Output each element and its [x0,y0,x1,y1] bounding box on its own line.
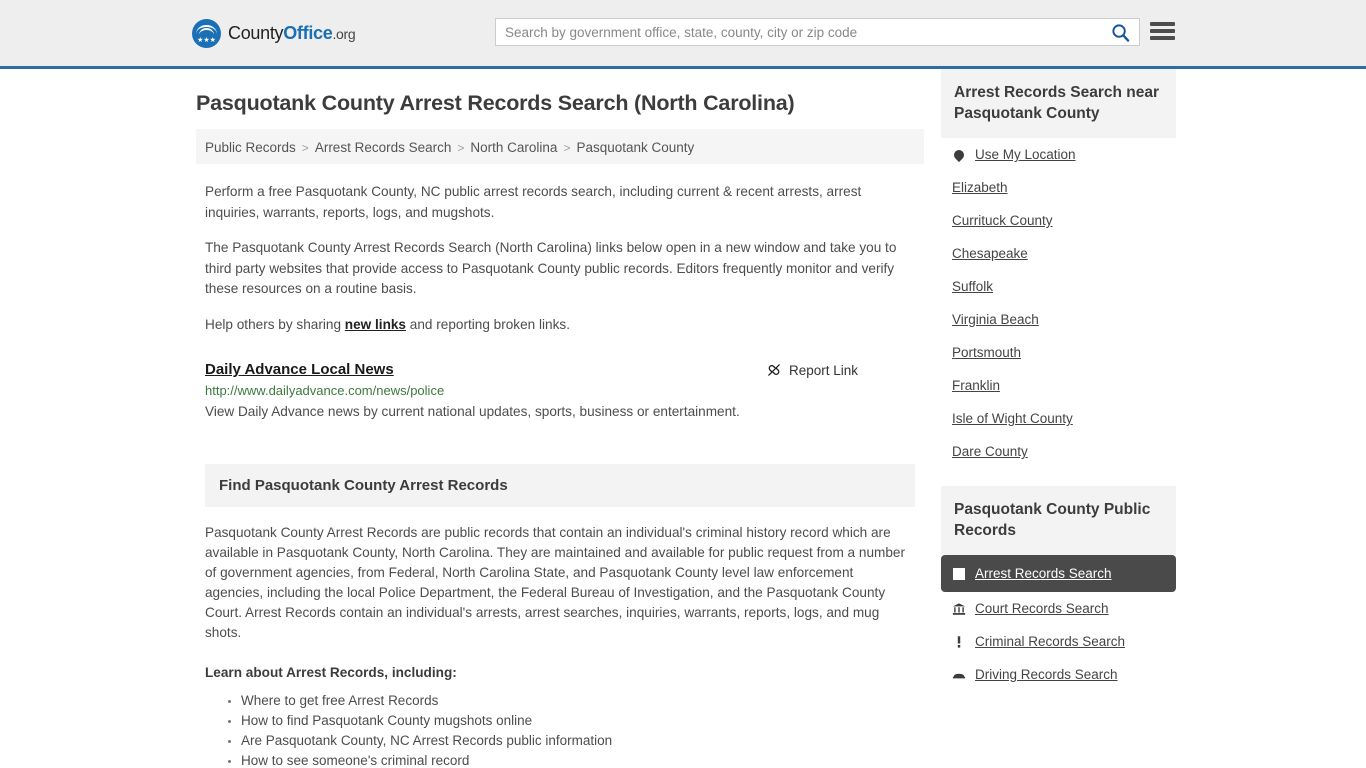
public-records-heading: Pasquotank County Public Records [941,486,1176,555]
public-records-panel: Pasquotank County Public Records Arrest … [941,486,1176,691]
sidebar-item-franklin[interactable]: Franklin [941,369,1176,402]
breadcrumb-separator: > [563,140,571,155]
list-item: Where to get free Arrest Records [241,691,924,711]
sidebar-item-driving-records-search[interactable]: Driving Records Search [941,658,1176,691]
sidebar-item-currituck-county[interactable]: Currituck County [941,204,1176,237]
sidebar-item-elizabeth[interactable]: Elizabeth [941,171,1176,204]
logo-stars: ★★★ [197,36,216,44]
new-links-link[interactable]: new links [345,317,406,332]
report-link-label: Report Link [788,362,858,378]
menu-bar-2 [1150,29,1175,33]
public-records-link[interactable]: Driving Records Search [975,667,1118,682]
nearby-searches-list: Use My Location Elizabeth Currituck Coun… [941,138,1176,468]
sidebar-item-chesapeake[interactable]: Chesapeake [941,237,1176,270]
public-records-link[interactable]: Court Records Search [975,601,1109,616]
public-records-link[interactable]: Arrest Records Search [975,566,1112,581]
map-pin-icon [951,147,967,162]
help-paragraph: Help others by sharing new links and rep… [205,315,905,336]
breadcrumb: Public Records > Arrest Records Search >… [196,129,924,164]
brand-tld-text: .org [332,25,356,42]
use-my-location-link[interactable]: Use My Location [975,147,1076,162]
page-title: Pasquotank County Arrest Records Search … [196,91,795,115]
nearby-link[interactable]: Chesapeake [952,246,1028,261]
sidebar: Arrest Records Search near Pasquotank Co… [941,69,1176,768]
search-button[interactable] [1101,19,1139,45]
nearby-link[interactable]: Isle of Wight County [952,411,1073,426]
nearby-link[interactable]: Virginia Beach [952,312,1039,327]
menu-bar-1 [1150,22,1175,26]
breadcrumb-separator: > [301,140,309,155]
brand-wordmark: CountyOffice.org [228,22,356,44]
help-prefix-text: Help others by sharing [205,316,345,332]
nearby-link[interactable]: Elizabeth [952,180,1008,195]
nearby-link[interactable]: Franklin [952,378,1000,393]
breadcrumb-separator: > [457,140,465,155]
breadcrumb-item-pasquotank-county[interactable]: Pasquotank County [576,140,694,155]
nearby-searches-panel: Arrest Records Search near Pasquotank Co… [941,69,1176,468]
result-title-link[interactable]: Daily Advance Local News [205,361,394,378]
sidebar-item-arrest-records-search[interactable]: Arrest Records Search [941,555,1176,592]
breadcrumb-item-north-carolina[interactable]: North Carolina [470,140,557,155]
list-item: How to find Pasquotank County mugshots o… [241,711,924,731]
car-icon [952,668,966,682]
sidebar-item-suffolk[interactable]: Suffolk [941,270,1176,303]
find-records-section-heading: Find Pasquotank County Arrest Records [205,464,915,507]
sidebar-item-use-my-location[interactable]: Use My Location [941,138,1176,171]
content-container: Pasquotank County Arrest Records Search … [196,69,1186,768]
intro-paragraph-1: Perform a free Pasquotank County, NC pub… [205,184,862,220]
result-url: http://www.dailyadvance.com/news/police [205,383,445,398]
nearby-link[interactable]: Suffolk [952,279,993,294]
sidebar-item-dare-county[interactable]: Dare County [941,435,1176,468]
search-input[interactable] [496,19,1101,45]
result-description: View Daily Advance news by current natio… [205,404,740,419]
sidebar-item-virginia-beach[interactable]: Virginia Beach [941,303,1176,336]
breadcrumb-item-public-records[interactable]: Public Records [205,140,296,155]
hamburger-menu-button[interactable] [1150,20,1175,42]
sidebar-item-criminal-records-search[interactable]: Criminal Records Search [941,625,1176,658]
nearby-link[interactable]: Currituck County [952,213,1053,228]
nearby-searches-heading: Arrest Records Search near Pasquotank Co… [941,69,1176,138]
sidebar-item-isle-of-wight-county[interactable]: Isle of Wight County [941,402,1176,435]
menu-bar-3 [1150,36,1175,40]
public-records-list: Arrest Records Search Court Records Sear… [941,555,1176,691]
search-icon [1111,23,1129,42]
sidebar-item-portsmouth[interactable]: Portsmouth [941,336,1176,369]
sidebar-item-court-records-search[interactable]: Court Records Search [941,592,1176,625]
list-item: Are Pasquotank County, NC Arrest Records… [241,731,924,751]
search-bar [495,18,1140,46]
brand-county-text: County [228,22,284,43]
list-item: How to see someone's criminal record [241,751,924,768]
main-column: Pasquotank County Arrest Records Search … [196,69,924,768]
intro-paragraph-2: The Pasquotank County Arrest Records Sea… [205,240,897,296]
report-link-button[interactable]: Report Link [766,362,858,378]
exclamation-icon [952,635,966,649]
find-records-paragraph: Pasquotank County Arrest Records are pub… [205,525,905,640]
result-item: Daily Advance Local News Report Link htt… [205,361,905,422]
breadcrumb-item-arrest-records-search[interactable]: Arrest Records Search [315,140,452,155]
nearby-link[interactable]: Dare County [952,444,1028,459]
learn-about-list: Where to get free Arrest Records How to … [205,691,924,768]
site-header: ★★★ CountyOffice.org [0,0,1366,69]
courthouse-icon [952,602,966,616]
broken-link-icon [768,364,780,376]
public-records-link[interactable]: Criminal Records Search [975,634,1125,649]
square-icon [952,567,966,580]
help-suffix-text: and reporting broken links. [406,316,570,332]
nearby-link[interactable]: Portsmouth [952,345,1021,360]
result-header-row: Daily Advance Local News Report Link [205,361,905,378]
site-logo[interactable]: ★★★ CountyOffice.org [192,18,356,48]
brand-office-text: Office [283,22,333,43]
learn-about-heading: Learn about Arrest Records, including: [205,665,457,680]
eagle-shield-logo-icon: ★★★ [192,18,221,48]
page-body: Pasquotank County Arrest Records Search … [0,69,1366,768]
